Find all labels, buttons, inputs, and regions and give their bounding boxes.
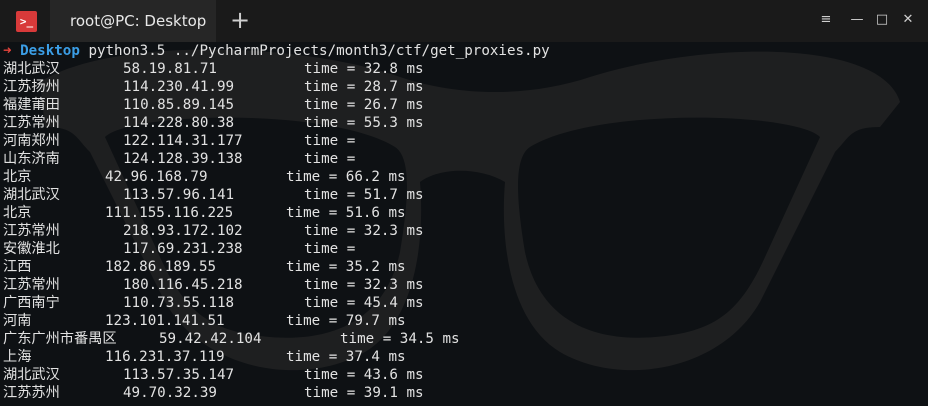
output-line: 江苏扬州 114.230.41.99 time = 28.7 ms: [3, 78, 928, 96]
ip-address-text: 180.116.45.218: [123, 277, 243, 293]
ip-address-text: 113.57.35.147: [123, 367, 235, 383]
latency-text: time = 35.2 ms: [286, 259, 406, 275]
location-text: 湖北武汉: [3, 61, 60, 77]
location-text: 福建莆田: [3, 97, 60, 113]
title-bar: >_ root@PC: Desktop + ≡ — □ ✕: [0, 0, 928, 42]
ip-address-text: 124.128.39.138: [123, 151, 243, 167]
latency-text: time = 28.7 ms: [304, 79, 424, 95]
latency-text: time = 32.3 ms: [304, 223, 424, 239]
location-text: 湖北武汉: [3, 367, 60, 383]
output-line: 北京 42.96.168.79 time = 66.2 ms: [3, 168, 928, 186]
location-text: 江苏常州: [3, 223, 60, 239]
output-line: 湖北武汉 113.57.35.147 time = 43.6 ms: [3, 366, 928, 384]
latency-text: time = 39.1 ms: [304, 385, 424, 401]
new-tab-button[interactable]: +: [228, 8, 252, 32]
location-text: 上海: [3, 349, 32, 365]
ip-address-text: 122.114.31.177: [123, 133, 243, 149]
ip-address-text: 59.42.42.104: [159, 331, 262, 347]
output-line: 江苏常州 180.116.45.218 time = 32.3 ms: [3, 276, 928, 294]
location-text: 广东广州市番禺区: [3, 331, 117, 347]
minimize-icon[interactable]: —: [848, 11, 866, 29]
latency-text: time = 45.4 ms: [304, 295, 424, 311]
terminal-app-icon[interactable]: >_: [16, 11, 37, 32]
latency-text: time = 32.8 ms: [304, 61, 424, 77]
prompt-arrow-icon: ➜: [3, 43, 12, 59]
prompt-line: ➜ Desktop python3.5 ../PycharmProjects/m…: [3, 42, 928, 60]
output-line: 河南 123.101.141.51 time = 79.7 ms: [3, 312, 928, 330]
output-line: 广东广州市番禺区 59.42.42.104 time = 34.5 ms: [3, 330, 928, 348]
latency-text: time = 79.7 ms: [286, 313, 406, 329]
ip-address-text: 114.230.41.99: [123, 79, 235, 95]
output-line: 上海 116.231.37.119 time = 37.4 ms: [3, 348, 928, 366]
ip-address-text: 58.19.81.71: [123, 61, 217, 77]
output-line: 山东济南 124.128.39.138 time =: [3, 150, 928, 168]
ip-address-text: 42.96.168.79: [105, 169, 208, 185]
latency-text: time = 51.7 ms: [304, 187, 424, 203]
output-line: 广西南宁 110.73.55.118 time = 45.4 ms: [3, 294, 928, 312]
output-line: 江西 182.86.189.55 time = 35.2 ms: [3, 258, 928, 276]
latency-text: time = 43.6 ms: [304, 367, 424, 383]
location-text: 安徽淮北: [3, 241, 60, 257]
terminal-tab[interactable]: root@PC: Desktop: [50, 0, 216, 42]
maximize-icon[interactable]: □: [873, 11, 891, 29]
latency-text: time = 32.3 ms: [304, 277, 424, 293]
latency-text: time = 26.7 ms: [304, 97, 424, 113]
ip-address-text: 117.69.231.238: [123, 241, 243, 257]
ip-address-text: 49.70.32.39: [123, 385, 217, 401]
location-text: 江苏常州: [3, 115, 60, 131]
output-line: 福建莆田 110.85.89.145 time = 26.7 ms: [3, 96, 928, 114]
location-text: 山东济南: [3, 151, 60, 167]
terminal-output[interactable]: ➜ Desktop python3.5 ../PycharmProjects/m…: [0, 42, 928, 406]
output-line: 河南郑州 122.114.31.177 time =: [3, 132, 928, 150]
latency-text: time = 55.3 ms: [304, 115, 424, 131]
output-line: 安徽淮北 117.69.231.238 time =: [3, 240, 928, 258]
ip-address-text: 113.57.96.141: [123, 187, 235, 203]
latency-text: time = 66.2 ms: [286, 169, 406, 185]
location-text: 北京: [3, 205, 32, 221]
location-text: 江苏扬州: [3, 79, 60, 95]
latency-text: time = 34.5 ms: [340, 331, 460, 347]
latency-text: time =: [304, 151, 356, 167]
output-line: 江苏常州 218.93.172.102 time = 32.3 ms: [3, 222, 928, 240]
ip-address-text: 123.101.141.51: [105, 313, 225, 329]
tab-title: root@PC: Desktop: [70, 12, 207, 30]
location-text: 广西南宁: [3, 295, 60, 311]
terminal-window: >_ root@PC: Desktop + ≡ — □ ✕ ➜ Desktop …: [0, 0, 928, 406]
latency-text: time = 37.4 ms: [286, 349, 406, 365]
location-text: 北京: [3, 169, 32, 185]
latency-text: time =: [304, 133, 356, 149]
close-icon[interactable]: ✕: [899, 11, 917, 29]
location-text: 江西: [3, 259, 32, 275]
output-line: 江苏苏州 49.70.32.39 time = 39.1 ms: [3, 384, 928, 402]
latency-text: time =: [304, 241, 356, 257]
ip-address-text: 218.93.172.102: [123, 223, 243, 239]
menu-icon[interactable]: ≡: [817, 11, 835, 29]
location-text: 江苏常州: [3, 277, 60, 293]
ip-address-text: 111.155.116.225: [105, 205, 234, 221]
ip-address-text: 110.73.55.118: [123, 295, 235, 311]
location-text: 江苏苏州: [3, 385, 60, 401]
location-text: 湖北武汉: [3, 187, 60, 203]
ip-address-text: 182.86.189.55: [105, 259, 217, 275]
latency-text: time = 51.6 ms: [286, 205, 406, 221]
output-line: 北京 111.155.116.225 time = 51.6 ms: [3, 204, 928, 222]
output-line: 江苏常州 114.228.80.38 time = 55.3 ms: [3, 114, 928, 132]
command-text: python3.5 ../PycharmProjects/month3/ctf/…: [88, 43, 550, 59]
location-text: 河南: [3, 313, 32, 329]
output-line: 湖北武汉 113.57.96.141 time = 51.7 ms: [3, 186, 928, 204]
location-text: 河南郑州: [3, 133, 60, 149]
ip-address-text: 110.85.89.145: [123, 97, 235, 113]
terminal-lines: ➜ Desktop python3.5 ../PycharmProjects/m…: [3, 42, 928, 402]
current-directory: Desktop: [20, 43, 80, 59]
output-line: 湖北武汉 58.19.81.71 time = 32.8 ms: [3, 60, 928, 78]
ip-address-text: 116.231.37.119: [105, 349, 225, 365]
ip-address-text: 114.228.80.38: [123, 115, 235, 131]
